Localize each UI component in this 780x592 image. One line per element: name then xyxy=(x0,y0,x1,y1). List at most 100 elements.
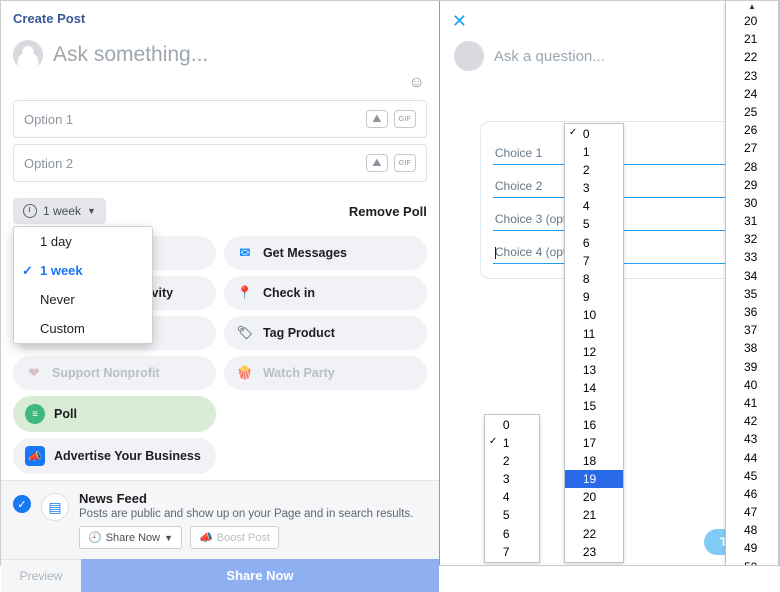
minutes-option[interactable]: 47 xyxy=(726,503,778,521)
hours-option[interactable]: 7 xyxy=(565,252,623,270)
minutes-option[interactable]: 49 xyxy=(726,539,778,557)
minutes-option[interactable]: 38 xyxy=(726,339,778,357)
hours-option[interactable]: 18 xyxy=(565,452,623,470)
chip-watch-party[interactable]: 🍿Watch Party xyxy=(224,356,427,390)
minutes-option[interactable]: 37 xyxy=(726,321,778,339)
emoji-icon[interactable]: ☺ xyxy=(409,74,425,91)
hours-option[interactable]: 4 xyxy=(565,197,623,215)
composer-prompt[interactable]: Ask something... xyxy=(53,43,427,67)
poll-duration-button[interactable]: 1 week ▼ xyxy=(13,198,106,224)
hours-option[interactable]: 10 xyxy=(565,306,623,324)
hours-option[interactable]: 11 xyxy=(565,325,623,343)
preview-button[interactable]: Preview xyxy=(1,559,81,592)
hours-option[interactable]: 6 xyxy=(565,234,623,252)
minutes-option[interactable]: 34 xyxy=(726,267,778,285)
add-image-icon[interactable] xyxy=(366,110,388,128)
minutes-option[interactable]: 25 xyxy=(726,103,778,121)
add-image-icon[interactable] xyxy=(366,154,388,172)
hours-option[interactable]: 1 xyxy=(565,143,623,161)
hours-option[interactable]: 12 xyxy=(565,343,623,361)
minutes-option[interactable]: 30 xyxy=(726,194,778,212)
minutes-option[interactable]: 41 xyxy=(726,394,778,412)
minutes-option[interactable]: 39 xyxy=(726,358,778,376)
create-post-link[interactable]: Create Post xyxy=(13,11,85,26)
minutes-option[interactable]: 44 xyxy=(726,449,778,467)
hours-option[interactable]: 20 xyxy=(565,488,623,506)
hours-option[interactable]: 16 xyxy=(565,416,623,434)
hours-option[interactable]: 14 xyxy=(565,379,623,397)
newsfeed-section: ✓ ▤ News Feed Posts are public and show … xyxy=(1,480,439,559)
days-option[interactable]: 2 xyxy=(485,452,539,470)
scroll-up-icon[interactable]: ▲ xyxy=(726,2,778,12)
days-dropdown[interactable]: 0 1 2 3 4 5 6 7 xyxy=(484,414,540,564)
hours-option[interactable]: 8 xyxy=(565,270,623,288)
hours-option[interactable]: 19 xyxy=(565,470,623,488)
minutes-option[interactable]: 23 xyxy=(726,67,778,85)
hours-option[interactable]: 13 xyxy=(565,361,623,379)
messenger-icon: ✉ xyxy=(236,244,254,262)
checkmark-icon[interactable]: ✓ xyxy=(13,495,31,513)
minutes-option[interactable]: 33 xyxy=(726,248,778,266)
poll-option-1-input[interactable]: Option 1 xyxy=(13,100,427,138)
minutes-option[interactable]: 40 xyxy=(726,376,778,394)
minutes-option[interactable]: 43 xyxy=(726,430,778,448)
add-gif-icon[interactable] xyxy=(394,110,416,128)
chip-tag-product[interactable]: 🏷Tag Product xyxy=(224,316,427,350)
hours-option[interactable]: 23 xyxy=(565,543,623,561)
chip-poll[interactable]: ≡Poll xyxy=(13,396,216,432)
minutes-option[interactable]: 29 xyxy=(726,176,778,194)
hours-option[interactable]: 0 xyxy=(565,125,623,143)
days-option[interactable]: 4 xyxy=(485,488,539,506)
composer-prompt[interactable]: Ask a question... xyxy=(494,48,605,65)
days-option[interactable]: 3 xyxy=(485,470,539,488)
hours-dropdown[interactable]: 0 1 2 3 4 5 6 7 8 9 10 11 12 13 14 15 16… xyxy=(564,123,624,564)
chip-support-nonprofit[interactable]: ❤Support Nonprofit xyxy=(13,356,216,390)
chip-check-in[interactable]: 📍Check in xyxy=(224,276,427,310)
minutes-option[interactable]: 22 xyxy=(726,48,778,66)
chip-advertise[interactable]: 📣Advertise Your Business xyxy=(13,438,216,474)
days-option[interactable]: 5 xyxy=(485,506,539,524)
minutes-option[interactable]: 42 xyxy=(726,412,778,430)
share-now-button[interactable]: Share Now xyxy=(81,559,439,592)
minutes-option[interactable]: 26 xyxy=(726,121,778,139)
minutes-option[interactable]: 27 xyxy=(726,139,778,157)
minutes-dropdown[interactable]: ▲ 20 21 22 23 24 25 26 27 28 29 30 31 32… xyxy=(725,1,779,565)
days-option[interactable]: 6 xyxy=(485,525,539,543)
minutes-option[interactable]: 21 xyxy=(726,30,778,48)
hours-option[interactable]: 5 xyxy=(565,215,623,233)
hours-option[interactable]: 17 xyxy=(565,434,623,452)
hours-option[interactable]: 9 xyxy=(565,288,623,306)
hours-option[interactable]: 22 xyxy=(565,525,623,543)
hours-option[interactable]: 21 xyxy=(565,506,623,524)
minutes-option[interactable]: 46 xyxy=(726,485,778,503)
days-option[interactable]: 0 xyxy=(485,416,539,434)
minutes-option[interactable]: 45 xyxy=(726,467,778,485)
minutes-option[interactable]: 28 xyxy=(726,158,778,176)
remove-poll-link[interactable]: Remove Poll xyxy=(349,204,427,219)
add-gif-icon[interactable] xyxy=(394,154,416,172)
minutes-option[interactable]: 48 xyxy=(726,521,778,539)
duration-option-1week[interactable]: 1 week xyxy=(14,256,152,285)
chip-get-messages[interactable]: ✉Get Messages xyxy=(224,236,427,270)
hours-option[interactable]: 2 xyxy=(565,161,623,179)
megaphone-icon: 📣 xyxy=(25,446,45,466)
location-pin-icon: 📍 xyxy=(236,284,254,302)
minutes-option[interactable]: 50 xyxy=(726,558,778,565)
duration-option-custom[interactable]: Custom xyxy=(14,314,152,343)
days-option[interactable]: 7 xyxy=(485,543,539,561)
minutes-option[interactable]: 31 xyxy=(726,212,778,230)
boost-post-button[interactable]: 📣Boost Post xyxy=(190,526,279,549)
share-now-dropdown[interactable]: 🕘Share Now▼ xyxy=(79,526,182,549)
days-option[interactable]: 1 xyxy=(485,434,539,452)
duration-option-1day[interactable]: 1 day xyxy=(14,227,152,256)
minutes-option[interactable]: 35 xyxy=(726,285,778,303)
minutes-option[interactable]: 24 xyxy=(726,85,778,103)
close-icon[interactable]: ✕ xyxy=(452,11,467,32)
hours-option[interactable]: 3 xyxy=(565,179,623,197)
poll-option-2-input[interactable]: Option 2 xyxy=(13,144,427,182)
minutes-option[interactable]: 36 xyxy=(726,303,778,321)
duration-option-never[interactable]: Never xyxy=(14,285,152,314)
minutes-option[interactable]: 32 xyxy=(726,230,778,248)
minutes-option[interactable]: 20 xyxy=(726,12,778,30)
hours-option[interactable]: 15 xyxy=(565,397,623,415)
